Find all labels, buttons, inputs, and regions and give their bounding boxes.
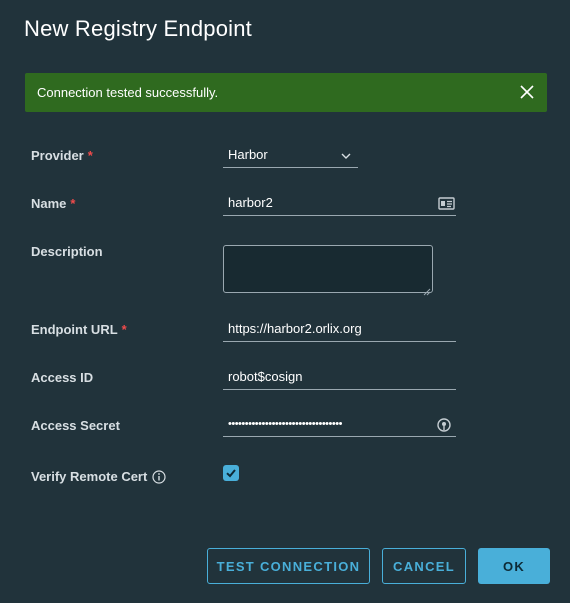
access-id-label: Access ID	[31, 370, 93, 385]
dialog-title: New Registry Endpoint	[24, 16, 252, 41]
new-registry-endpoint-dialog: New Registry Endpoint Connection tested …	[0, 0, 570, 603]
checkmark-icon	[226, 469, 236, 478]
description-label-text: Description	[31, 244, 103, 259]
eye-icon[interactable]	[436, 417, 454, 433]
provider-label: Provider *	[31, 148, 93, 163]
verify-remote-cert-checkbox[interactable]	[223, 465, 239, 481]
cancel-button[interactable]: CANCEL	[382, 548, 466, 584]
access-id-value: robot$cosign	[228, 369, 303, 384]
required-marker: *	[121, 322, 127, 337]
endpoint-url-field[interactable]: https://harbor2.orlix.org	[223, 319, 456, 342]
required-marker: *	[87, 148, 93, 163]
test-connection-button[interactable]: TEST CONNECTION	[207, 548, 370, 584]
close-icon[interactable]	[517, 82, 537, 102]
endpoint-url-label: Endpoint URL *	[31, 322, 127, 337]
verify-remote-cert-label-text: Verify Remote Cert	[31, 469, 148, 484]
access-id-label-text: Access ID	[31, 370, 94, 385]
provider-value: Harbor	[228, 147, 268, 162]
resize-grip-icon[interactable]	[423, 283, 431, 296]
access-id-field[interactable]: robot$cosign	[223, 367, 456, 390]
id-card-icon	[438, 195, 456, 211]
verify-remote-cert-label: Verify Remote Cert	[31, 469, 166, 484]
chevron-down-icon	[340, 149, 352, 161]
access-secret-field[interactable]: ••••••••••••••••••••••••••••••••••	[223, 414, 456, 437]
name-field[interactable]: harbor2	[223, 193, 456, 216]
provider-label-text: Provider	[31, 148, 84, 163]
access-secret-label-text: Access Secret	[31, 418, 120, 433]
access-secret-value: ••••••••••••••••••••••••••••••••••	[228, 418, 342, 430]
alert-message: Connection tested successfully.	[37, 85, 219, 100]
provider-select[interactable]: Harbor	[223, 145, 358, 168]
name-value: harbor2	[228, 195, 273, 210]
name-label-text: Name	[31, 196, 67, 211]
endpoint-url-value: https://harbor2.orlix.org	[228, 321, 362, 336]
endpoint-url-label-text: Endpoint URL	[31, 322, 118, 337]
info-icon[interactable]	[152, 470, 166, 484]
required-marker: *	[70, 196, 76, 211]
description-label: Description	[31, 244, 103, 259]
ok-button[interactable]: OK	[478, 548, 550, 584]
description-textarea[interactable]	[223, 245, 433, 296]
name-label: Name *	[31, 196, 75, 211]
success-alert: Connection tested successfully.	[25, 73, 547, 112]
access-secret-label: Access Secret	[31, 418, 120, 433]
